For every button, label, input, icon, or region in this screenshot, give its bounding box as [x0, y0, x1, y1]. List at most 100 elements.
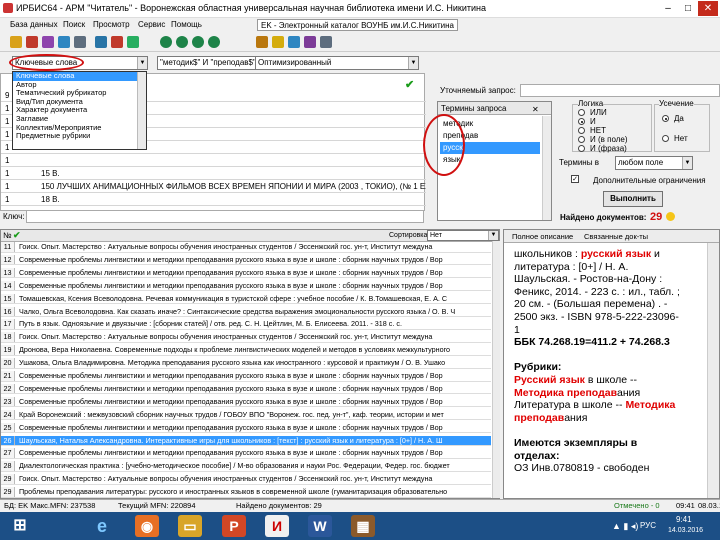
table-row[interactable]: 23 Современные проблемы лингвистики и мет…	[1, 396, 491, 408]
table-row[interactable]: 14 Современные проблемы лингвистики и мет…	[1, 280, 491, 292]
field-dropdown-list[interactable]: Ключевые слова Автор Тематический рубрик…	[12, 71, 147, 150]
menu-view[interactable]: Просмотр	[93, 20, 130, 29]
refine-input[interactable]	[520, 84, 720, 97]
check-icon[interactable]: ✔	[13, 230, 21, 241]
word-icon[interactable]: W	[308, 515, 332, 537]
row-number: 28	[1, 461, 15, 471]
table-header: № ✔ Сортировка Нет ▼	[1, 230, 499, 242]
maximize-icon[interactable]: □	[678, 1, 698, 16]
menu-service[interactable]: Сервис	[138, 20, 165, 29]
print-icon[interactable]	[26, 36, 38, 48]
app-icon[interactable]: ▦	[351, 515, 375, 537]
table-row[interactable]: 20 Ушакова, Ольга Владимировна. Методика …	[1, 358, 491, 369]
firefox-icon[interactable]: ◉	[135, 515, 159, 537]
order-icon[interactable]	[58, 36, 70, 48]
menu-help[interactable]: Помощь	[171, 20, 202, 29]
row-title: Дронова, Вера Николаевна. Современные по…	[19, 345, 451, 355]
table-row[interactable]: 29 Гоиск. Опыт. Мастерство : Актуальные в…	[1, 474, 491, 485]
dropdown-scrollbar[interactable]	[137, 72, 146, 149]
terms-in-select[interactable]: любом поле ▼	[615, 156, 693, 170]
info-icon[interactable]	[304, 36, 316, 48]
ie-browser-icon[interactable]: e	[90, 515, 114, 537]
table-row[interactable]: 26 Шаульская, Наталья Александровна. Инте…	[1, 435, 491, 447]
list-item[interactable]: 1 18 В.	[1, 194, 426, 206]
table-row[interactable]: 28 Диалектологическая практика : [учебно-…	[1, 461, 491, 472]
list-item[interactable]: 1 15 В.	[1, 168, 426, 180]
key-input[interactable]	[26, 210, 424, 223]
table-row[interactable]: 18 Гоиск. Опыт. Мастерство : Актуальные в…	[1, 332, 491, 343]
results-table[interactable]: № ✔ Сортировка Нет ▼ 11 Гоиск. Опыт. Масте…	[0, 229, 500, 499]
logic-and-field-radio[interactable]	[578, 136, 585, 143]
search-mode-select[interactable]: Оптимизированный ▼	[255, 56, 419, 70]
minimize-icon[interactable]: –	[658, 1, 678, 16]
logic-and-phrase-radio[interactable]	[578, 145, 585, 152]
record-line: преподавания	[514, 412, 704, 425]
db-tab-bar: EK - Электронный каталог ВОУНБ им.И.С.Ни…	[255, 18, 720, 32]
table-row[interactable]: 15 Томашевская, Ксения Всеволодовна. Рече…	[1, 293, 491, 305]
clock-time[interactable]: 9:41	[676, 515, 692, 524]
execute-button[interactable]: Выполнить	[603, 191, 663, 207]
row-number: 25	[1, 422, 15, 433]
filter-icon[interactable]	[320, 36, 332, 48]
history-icon[interactable]	[74, 36, 86, 48]
logic-or-radio[interactable]	[578, 109, 585, 116]
sort-select[interactable]: Нет ▼	[427, 230, 499, 241]
table-row[interactable]: 27 Современные проблемы лингвистики и мет…	[1, 448, 491, 459]
menu-database[interactable]: База данных	[10, 20, 58, 29]
basket-icon[interactable]	[111, 36, 123, 48]
format-icon[interactable]	[127, 36, 139, 48]
highlight-oval	[9, 54, 84, 71]
language-indicator[interactable]: РУС	[640, 521, 656, 530]
list-item[interactable]: 1	[1, 155, 426, 167]
results-scrollbar[interactable]	[492, 241, 500, 498]
table-row[interactable]: 22 Современные проблемы лингвистики и мет…	[1, 383, 491, 395]
logic-not-radio[interactable]	[578, 127, 585, 134]
settings-icon[interactable]	[95, 36, 107, 48]
powerpoint-icon[interactable]: P	[222, 515, 246, 537]
row-number: 23	[1, 396, 15, 407]
tab-linked-docs[interactable]: Связанные док-ты	[584, 232, 648, 241]
refine-label: Уточняемый запрос:	[440, 86, 516, 95]
save-icon[interactable]	[272, 36, 284, 48]
table-row[interactable]: 12 Современные проблемы лингвистики и мет…	[1, 254, 491, 266]
terms-scrollbar[interactable]	[542, 116, 551, 220]
key-row: Ключ:	[0, 210, 425, 224]
extra-limits-checkbox[interactable]: ✓	[571, 175, 579, 183]
table-row[interactable]: 17 Путь в язык. Одноязычие и двуязычие : …	[1, 319, 491, 330]
table-row[interactable]: 19 Дронова, Вера Николаевна. Современные …	[1, 345, 491, 356]
export-icon[interactable]	[42, 36, 54, 48]
table-row[interactable]: 21 Современные проблемы лингвистики и мет…	[1, 371, 491, 382]
first-record-icon[interactable]	[160, 36, 172, 48]
table-row[interactable]: 11 Гоиск. Опыт. Мастерство : Актуальные в…	[1, 242, 491, 253]
file-explorer-icon[interactable]: ▭	[178, 515, 202, 537]
print-doc-icon[interactable]	[256, 36, 268, 48]
table-row[interactable]: 29 Проблемы преподавания литературы: русс…	[1, 487, 491, 498]
tab-full-description[interactable]: Полное описание	[512, 232, 573, 241]
row-title: Чалко, Ольга Всеволодовна. Как сказать и…	[19, 306, 456, 316]
table-row[interactable]: 25 Современные проблемы лингвистики и мет…	[1, 422, 491, 434]
record-line: ББК 74.268.19=411.2 + 74.268.3	[514, 336, 704, 349]
irbis-app-icon[interactable]: И	[265, 515, 289, 537]
close-icon[interactable]: ✕	[698, 1, 718, 16]
detail-scrollbar[interactable]	[707, 243, 719, 498]
table-row[interactable]: 24 Край Воронежский : межвузовский сборни…	[1, 409, 491, 421]
prev-record-icon[interactable]	[176, 36, 188, 48]
mail-icon[interactable]	[288, 36, 300, 48]
truncation-no-radio[interactable]	[662, 135, 669, 142]
windows-start-icon[interactable]: ⊞	[8, 515, 32, 537]
last-record-icon[interactable]	[208, 36, 220, 48]
row-number: 29	[1, 474, 15, 484]
db-tab[interactable]: EK - Электронный каталог ВОУНБ им.И.С.Ни…	[257, 19, 458, 31]
table-row[interactable]: 13 Современные проблемы лингвистики и мет…	[1, 267, 491, 279]
table-row[interactable]: 16 Чалко, Ольга Всеволодовна. Как сказать…	[1, 306, 491, 318]
open-db-icon[interactable]	[10, 36, 22, 48]
clock-date[interactable]: 14.03.2016	[668, 527, 703, 534]
close-icon[interactable]: ✕	[532, 103, 539, 116]
menu-search[interactable]: Поиск	[63, 20, 85, 29]
logic-and-radio[interactable]	[578, 118, 585, 125]
list-item[interactable]: 1 150 ЛУЧШИХ АНИМАЦИОННЫХ ФИЛЬМОВ ВСЕХ ВР…	[1, 181, 426, 193]
tray-icons[interactable]: ▲ ▮ ◂)	[612, 521, 638, 532]
next-record-icon[interactable]	[192, 36, 204, 48]
dropdown-option[interactable]: Предметные рубрики	[13, 132, 146, 141]
truncation-yes-radio[interactable]	[662, 115, 669, 122]
